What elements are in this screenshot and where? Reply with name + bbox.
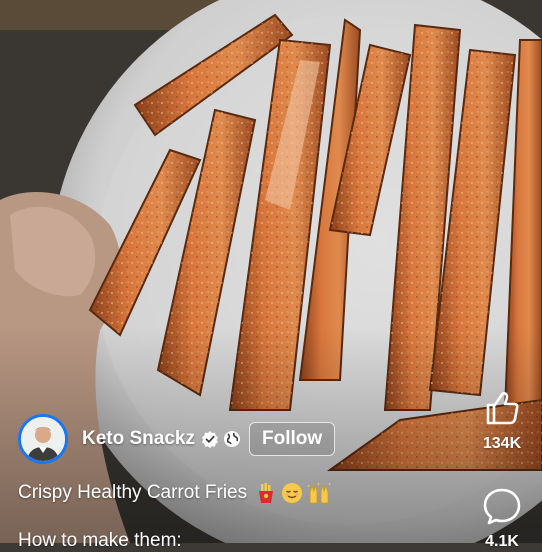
thumbs-up-icon[interactable] (482, 388, 522, 428)
follow-button[interactable]: Follow (248, 422, 336, 456)
raised-hands-emoji (307, 482, 331, 504)
person-avatar-icon (21, 417, 65, 461)
like-count: 134K (482, 435, 522, 452)
caption-text: Crispy Healthy Carrot Fries (18, 482, 248, 503)
fries-emoji (259, 483, 274, 503)
caption-emojis (255, 482, 331, 504)
globe-icon (223, 430, 241, 448)
comment-action[interactable]: 4.1K (472, 486, 532, 551)
comment-bubble-icon[interactable] (482, 486, 522, 526)
follow-button-label: Follow (261, 428, 323, 449)
author-avatar[interactable] (18, 414, 68, 464)
author-name[interactable]: Keto Snackz (82, 428, 195, 450)
like-action[interactable]: 134K (472, 388, 532, 453)
verified-badge-icon (201, 430, 219, 448)
comment-count: 4.1K (485, 533, 519, 550)
post-caption[interactable]: Crispy Healthy Carrot Fries (18, 482, 331, 504)
post-description[interactable]: How to make them: (18, 530, 182, 552)
author-row: Keto Snackz Follow (18, 411, 336, 467)
relieved-face-emoji (282, 483, 303, 503)
